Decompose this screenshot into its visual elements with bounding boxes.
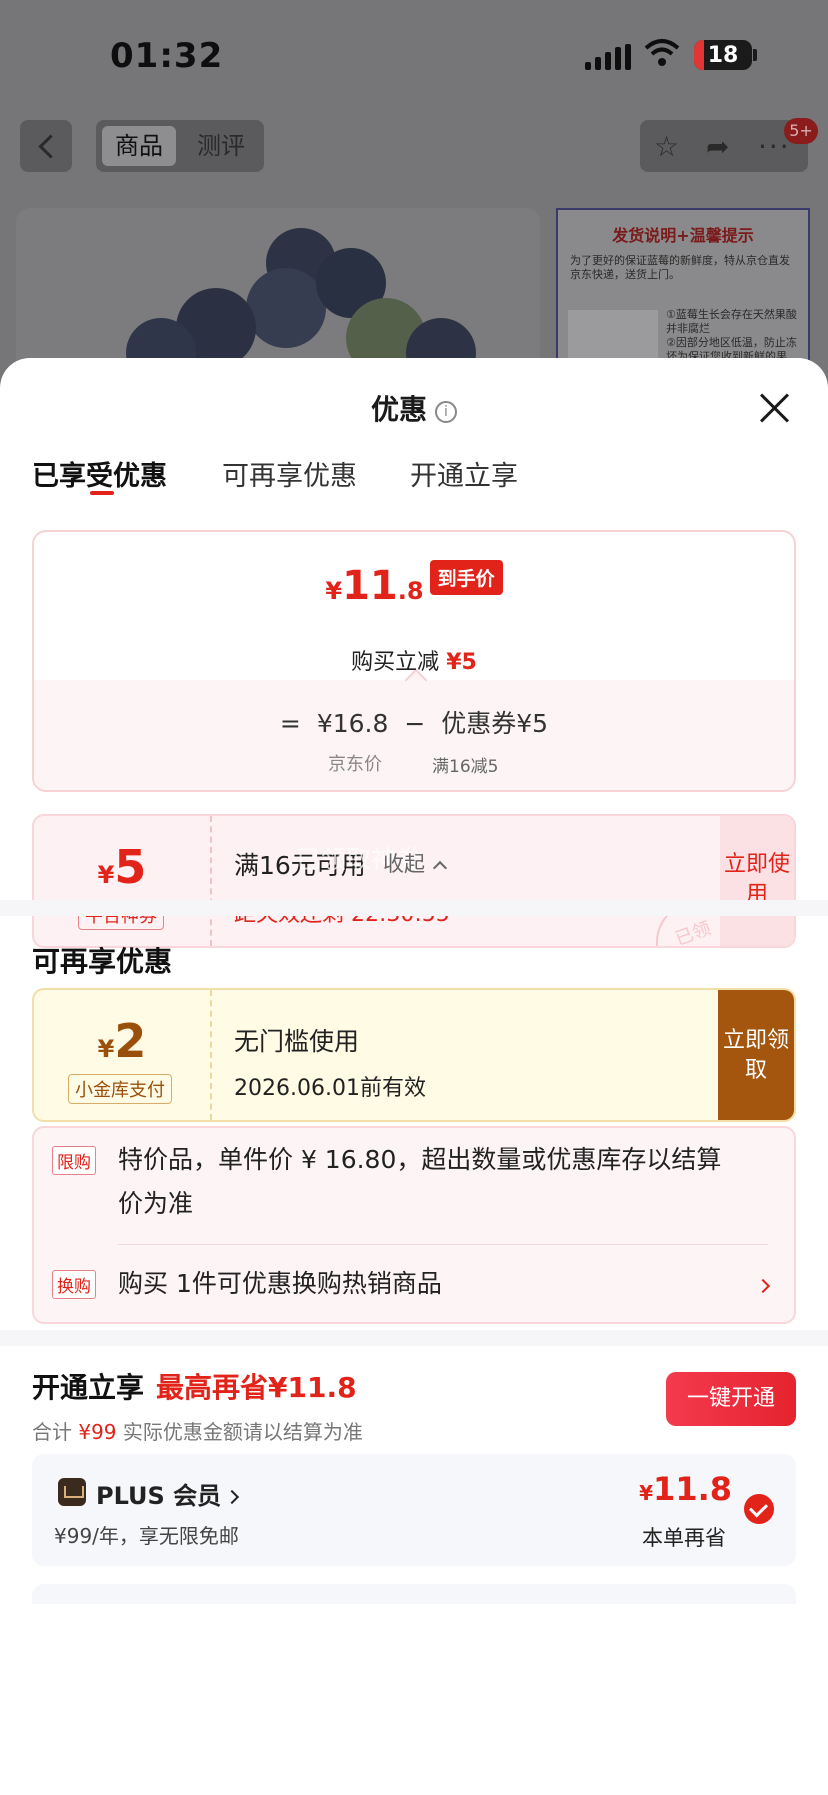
tab-open[interactable]: 开通立享: [410, 454, 518, 493]
exchange-tag: 换购: [52, 1270, 96, 1299]
section-divider: [0, 1330, 828, 1346]
chevron-up-icon: [432, 860, 448, 876]
close-icon[interactable]: [758, 392, 790, 424]
use-now-button[interactable]: 立即使用: [720, 816, 794, 946]
limit-tag: 限购: [52, 1146, 96, 1175]
cellular-signal-icon: [585, 44, 631, 70]
page-segment: 商品 测评: [96, 120, 264, 172]
reduce-line: 购买立减 ¥5: [351, 650, 477, 675]
battery-icon: 18: [694, 40, 752, 70]
discount-sheet: 优惠 i 已享受优惠 可再享优惠 开通立享 ¥11.8 到手价 购买立减 ¥5 = …: [0, 358, 828, 1795]
platform-coupon[interactable]: ¥5 平台神券 满16元可用 已领取神券 距失效还剩 22:30:55 已领 立…: [32, 814, 796, 948]
claim-now-button[interactable]: 立即领取: [718, 990, 794, 1120]
price-card: ¥11.8 到手价 购买立减 ¥5 = ¥16.8 − 优惠券¥5 京东价 满16…: [32, 530, 796, 792]
plus-name[interactable]: PLUS 会员: [96, 1476, 240, 1511]
coupon-rule: 满16减5: [432, 757, 499, 777]
crown-icon: [58, 1478, 86, 1506]
final-price-tag: 到手价: [429, 560, 503, 595]
back-button[interactable]: [20, 120, 72, 172]
status-time: 01:32: [110, 36, 224, 76]
battery-level: 18: [707, 43, 739, 68]
purchase-limits: 限购 特价品，单件价 ¥ 16.80，超出数量或优惠库存以结算 价为准 换购 购…: [32, 1126, 796, 1324]
price-formula: = ¥16.8 − 优惠券¥5: [279, 709, 549, 738]
tab-more[interactable]: 可再享优惠: [222, 454, 357, 493]
background-page: 01:32 18 商品 测评 ☆ ➦ ··· 5+ 发货说明+温馨提示 为了更好…: [0, 0, 828, 408]
chevron-right-icon: [225, 1489, 240, 1505]
chevron-right-icon[interactable]: [755, 1278, 771, 1294]
star-icon[interactable]: ☆: [654, 130, 679, 163]
jd-price-label: 京东价: [328, 754, 382, 775]
vault-coupon[interactable]: ¥2 小金库支付 无门槛使用 2026.06.01前有效 立即领取: [32, 988, 796, 1122]
tab-review[interactable]: 测评: [186, 126, 256, 166]
final-price: ¥11.8 到手价: [34, 560, 794, 609]
checked-icon[interactable]: [744, 1494, 774, 1524]
plus-membership-option[interactable]: PLUS 会员 ¥99/年，享无限免邮 ¥11.8 本单再省: [32, 1454, 796, 1566]
coupon-amount: ¥2: [97, 1014, 147, 1068]
tab-product[interactable]: 商品: [102, 126, 176, 166]
coupon-condition: 无门槛使用: [234, 1027, 360, 1056]
tab-indicator: [90, 491, 114, 495]
info-icon[interactable]: i: [435, 401, 457, 423]
tab-enjoyed[interactable]: 已享受优惠: [32, 454, 167, 493]
status-bar: 01:32 18: [0, 0, 828, 110]
next-option-peek: [32, 1584, 796, 1604]
share-icon[interactable]: ➦: [706, 130, 729, 163]
section-divider: [0, 900, 828, 916]
limit-text: 特价品，单件价 ¥ 16.80，超出数量或优惠库存以结算 价为准: [118, 1145, 722, 1218]
plus-desc: ¥99/年，享无限免邮: [54, 1524, 239, 1548]
plus-save-amount: ¥11.8: [639, 1470, 732, 1508]
message-badge: 5+: [784, 118, 818, 144]
open-now-subtitle: 合计 ¥99 实际优惠金额请以结算为准: [32, 1420, 363, 1444]
coupon-expiry: 2026.06.01前有效: [234, 1076, 426, 1101]
coupon-type-tag: 小金库支付: [68, 1074, 172, 1104]
one-click-open-button[interactable]: 一键开通: [666, 1372, 796, 1426]
top-actions: ☆ ➦ ···: [640, 120, 808, 172]
sheet-title: 优惠 i: [0, 388, 828, 428]
exchange-link[interactable]: 购买 1件可优惠换购热销商品: [118, 1262, 442, 1306]
wifi-icon: [644, 39, 680, 66]
collapse-toggle[interactable]: 收起: [0, 848, 828, 878]
plus-save-label: 本单再省: [642, 1526, 726, 1550]
open-now-title: 开通立享 最高再省¥11.8: [32, 1371, 357, 1404]
more-discounts-title: 可再享优惠: [32, 945, 173, 978]
